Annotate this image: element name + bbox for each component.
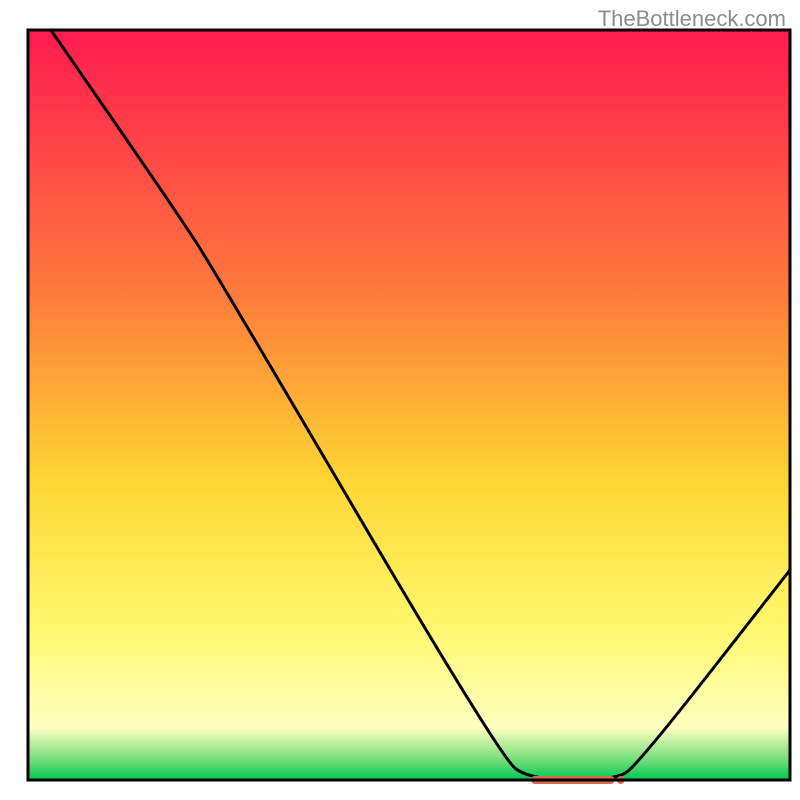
chart-background [28, 30, 790, 780]
chart-container: TheBottleneck.com [0, 0, 800, 800]
bottleneck-curve-chart [0, 0, 800, 800]
watermark-text: TheBottleneck.com [598, 6, 786, 32]
